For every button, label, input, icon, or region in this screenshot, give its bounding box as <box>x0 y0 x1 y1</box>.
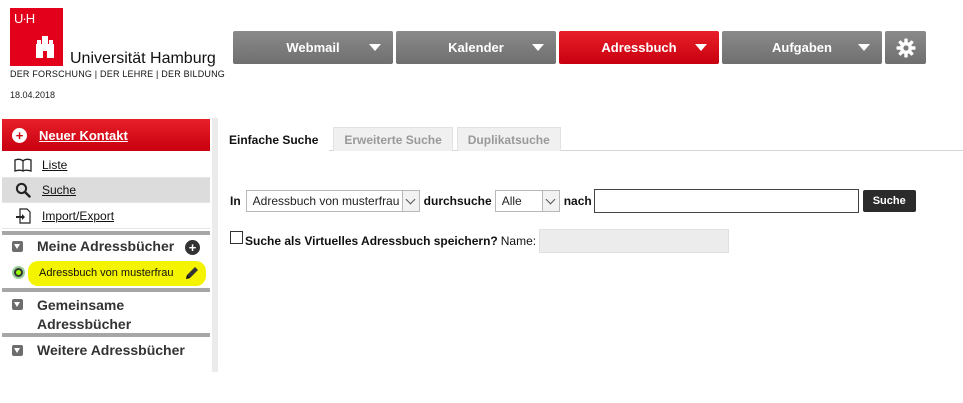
tab-duplikatsuche[interactable]: Duplikatsuche <box>456 127 561 151</box>
search-icon <box>14 182 32 198</box>
nav-adressbuch[interactable]: Adressbuch <box>559 31 719 64</box>
chevron-down-icon[interactable] <box>541 191 559 211</box>
sidebar-item-label: Import/Export <box>42 209 115 223</box>
section-meine-adressbuecher[interactable]: Meine Adressbücher + <box>2 238 210 258</box>
addressbook-item[interactable]: Adressbuch von musterfrau <box>2 260 210 285</box>
chevron-down-icon[interactable] <box>401 191 419 211</box>
pencil-icon[interactable] <box>184 265 200 281</box>
sidebar-item-label: Liste <box>42 158 68 172</box>
gear-icon <box>896 38 915 57</box>
collapse-icon[interactable] <box>12 299 23 310</box>
nav-aufgaben-label: Aufgaben <box>772 40 832 55</box>
sidebar-item-label: Suche <box>42 183 77 197</box>
tab-erweiterte-suche[interactable]: Erweiterte Suche <box>333 127 453 151</box>
chevron-down-icon[interactable] <box>532 44 544 51</box>
logo-mark: U·H <box>10 8 63 66</box>
field-select[interactable]: Alle <box>494 190 560 212</box>
collapse-icon[interactable] <box>12 345 23 356</box>
sidebar-item-import-export[interactable]: Import/Export <box>2 204 210 229</box>
add-addressbook-icon[interactable]: + <box>185 240 200 255</box>
section-weitere-adressbuecher[interactable]: Weitere Adressbücher <box>2 342 210 362</box>
top-navigation: Webmail Kalender Adressbuch Aufgaben <box>233 31 926 64</box>
castle-icon <box>36 36 54 58</box>
nav-adressbuch-label: Adressbuch <box>601 40 677 55</box>
sidebar: + Neuer Kontakt Liste Suche Import/Expor… <box>0 118 218 372</box>
nav-kalender[interactable]: Kalender <box>396 31 556 64</box>
section-title: Meine Adressbücher <box>37 238 175 254</box>
nach-label: nach <box>563 194 592 208</box>
field-select-value: Alle <box>501 194 522 208</box>
section-title: Weitere Adressbücher <box>37 342 185 358</box>
addressbook-select[interactable]: Adressbuch von musterfrau <box>245 190 420 212</box>
save-search-row: Suche als Virtuelles Adressbuch speicher… <box>230 229 730 253</box>
save-virtual-label: Suche als Virtuelles Adressbuch speicher… <box>245 234 498 248</box>
logo-tagline: DER FORSCHUNG | DER LEHRE | DER BILDUNG <box>10 69 226 79</box>
tab-einfache-suche[interactable]: Einfache Suche <box>218 127 330 151</box>
collapse-icon[interactable] <box>12 241 23 252</box>
chevron-down-icon[interactable] <box>695 44 707 51</box>
sidebar-item-liste[interactable]: Liste <box>2 153 210 178</box>
addressbook-label: Adressbuch von musterfrau <box>39 266 174 279</box>
selected-radio-icon[interactable] <box>12 266 25 279</box>
nav-webmail-label: Webmail <box>286 40 340 55</box>
sidebar-divider <box>2 333 210 337</box>
name-input[interactable] <box>539 229 730 253</box>
settings-button[interactable] <box>885 31 926 64</box>
search-query-input[interactable] <box>593 189 859 213</box>
logo-mark-text: U·H <box>14 11 35 26</box>
university-logo[interactable]: U·H Universität Hamburg DER FORSCHUNG | … <box>10 8 225 103</box>
current-date: 18.04.2018 <box>10 90 56 100</box>
chevron-down-icon[interactable] <box>858 44 870 51</box>
search-button[interactable]: Suche <box>862 190 916 212</box>
import-export-icon <box>14 208 32 224</box>
logo-name: Universität Hamburg <box>70 50 216 67</box>
search-tabs: Einfache Suche Erweiterte Suche Duplikat… <box>218 127 963 151</box>
new-contact-label: Neuer Kontakt <box>39 127 128 143</box>
name-label: Name: <box>500 234 537 248</box>
plus-circle-icon: + <box>12 127 27 143</box>
nav-webmail[interactable]: Webmail <box>233 31 393 64</box>
save-virtual-checkbox[interactable] <box>230 230 243 244</box>
in-label: In <box>230 194 241 208</box>
section-gemeinsame-adressbuecher[interactable]: Gemeinsame Adressbücher <box>2 296 210 336</box>
durchsuche-label: durchsuche <box>423 194 492 208</box>
new-contact-button[interactable]: + Neuer Kontakt <box>2 119 210 151</box>
chevron-down-icon[interactable] <box>369 44 381 51</box>
section-title: Gemeinsame Adressbücher <box>37 297 132 332</box>
sidebar-divider <box>2 231 210 235</box>
sidebar-divider <box>2 288 210 292</box>
sidebar-item-suche[interactable]: Suche <box>2 178 210 203</box>
addressbook-select-value: Adressbuch von musterfrau <box>252 194 400 208</box>
book-open-icon <box>14 157 32 173</box>
search-form: In Adressbuch von musterfrau durchsuche … <box>230 189 916 213</box>
nav-aufgaben[interactable]: Aufgaben <box>722 31 882 64</box>
nav-kalender-label: Kalender <box>448 40 504 55</box>
